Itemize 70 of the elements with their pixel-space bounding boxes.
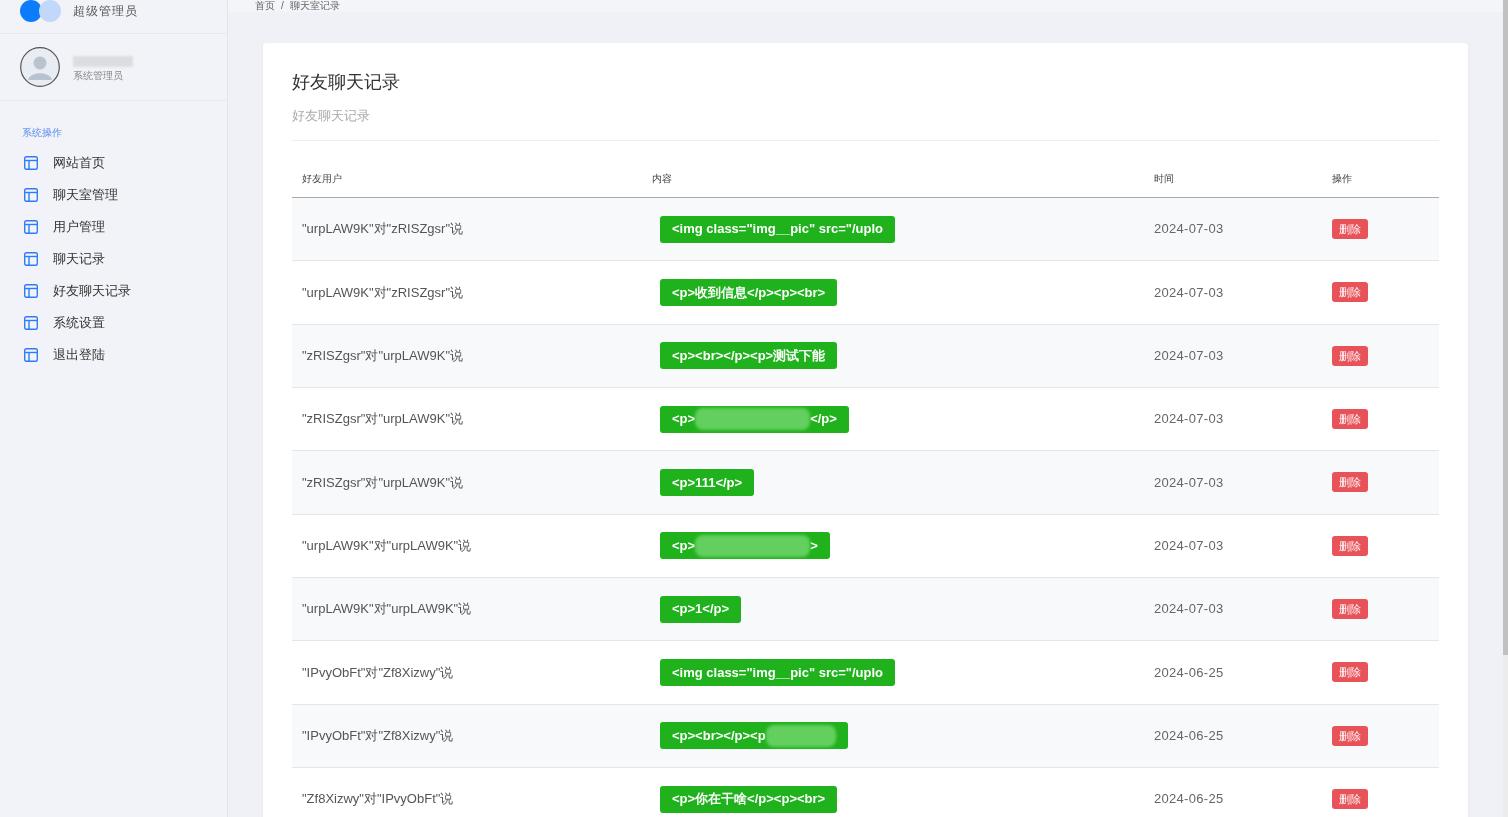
layout-icon [24, 220, 38, 234]
delete-button[interactable]: 删除 [1332, 725, 1368, 746]
user-pair-cell-text: "urpLAW9K"对"urpLAW9K"说 [302, 537, 472, 556]
scrollbar-thumb[interactable] [1503, 0, 1508, 655]
delete-button[interactable]: 删除 [1332, 662, 1368, 683]
section-label: 系统操作 [22, 126, 62, 140]
message-content-tag: <p> > [660, 532, 830, 560]
delete-button[interactable]: 删除 [1332, 282, 1368, 303]
sidebar-item[interactable]: 用户管理 [24, 218, 105, 236]
user-pair-cell-text: "urpLAW9K"对"zRISZgsr"说 [302, 283, 463, 302]
layout-icon [24, 252, 38, 266]
column-header: 时间 [1153, 173, 1174, 185]
message-content-tag: <p>你在干啥</p><p><br> [660, 785, 838, 813]
time-cell-text: 2024-07-03 [1154, 410, 1224, 429]
column-header: 内容 [651, 173, 672, 185]
layout-icon [24, 284, 38, 298]
column-header: 好友用户 [301, 173, 342, 185]
delete-button[interactable]: 删除 [1332, 219, 1368, 240]
page-title: 好友聊天记录 [292, 71, 401, 94]
user-pair-cell-text: "zRISZgsr"对"urpLAW9K"说 [302, 473, 463, 492]
breadcrumb-link[interactable]: 聊天室记录 [289, 0, 340, 12]
sidebar-item[interactable]: 系统设置 [24, 314, 105, 332]
page-subtitle: 好友聊天记录 [292, 107, 371, 125]
sidebar-item[interactable]: 好友聊天记录 [24, 282, 131, 300]
sidebar-item[interactable]: 聊天室管理 [24, 186, 118, 204]
layout-icon [24, 348, 38, 362]
message-content-tag: <p>收到信息</p><p><br> [660, 279, 838, 306]
delete-button[interactable]: 删除 [1332, 472, 1368, 493]
sidebar-item[interactable]: 聊天记录 [24, 250, 105, 268]
time-cell-text: 2024-07-03 [1154, 600, 1224, 619]
breadcrumb-link[interactable]: 首页 [255, 0, 275, 12]
user-pair-cell-text: "urpLAW9K"对"zRISZgsr"说 [302, 220, 463, 239]
time-cell-text: 2024-06-25 [1154, 790, 1224, 809]
time-cell-text: 2024-06-25 [1154, 727, 1224, 746]
logo-icon [20, 0, 62, 22]
avatar-icon [20, 47, 60, 87]
time-cell-text: 2024-07-03 [1154, 283, 1224, 302]
message-content-tag: <p><br></p><p [660, 722, 848, 750]
message-content-tag: <p><br></p><p>测试下能 [660, 342, 838, 370]
sidebar-item[interactable]: 网站首页 [24, 154, 105, 172]
message-content-tag: <img class="img__pic" src="/uplo [660, 658, 896, 686]
layout-icon [24, 188, 38, 202]
time-cell-text: 2024-07-03 [1154, 220, 1224, 239]
time-cell-text: 2024-07-03 [1154, 537, 1224, 556]
user-pair-cell-text: "IPvyObFt"对"Zf8Xizwy"说 [302, 663, 454, 682]
time-cell-text: 2024-06-25 [1154, 663, 1224, 682]
delete-button[interactable]: 删除 [1332, 409, 1368, 430]
user-pair-cell-text: "zRISZgsr"对"urpLAW9K"说 [302, 347, 463, 366]
user-pair-cell-text: "IPvyObFt"对"Zf8Xizwy"说 [302, 727, 454, 746]
user-pair-cell-text: "urpLAW9K"对"urpLAW9K"说 [302, 600, 472, 619]
breadcrumb-separator: / [281, 0, 284, 12]
time-cell-text: 2024-07-03 [1154, 347, 1224, 366]
layout-icon [24, 316, 38, 330]
layout-icon [24, 156, 38, 170]
delete-button[interactable]: 删除 [1332, 535, 1368, 556]
sidebar-item[interactable]: 退出登陆 [24, 346, 105, 364]
message-content-tag: <p>111</p> [660, 468, 755, 496]
blurred-redaction [765, 724, 836, 747]
column-header: 操作 [1331, 173, 1352, 185]
profile-role: 系统管理员 [73, 70, 124, 82]
delete-button[interactable]: 删除 [1332, 789, 1368, 810]
message-content-tag: <p>1</p> [660, 595, 742, 623]
delete-button[interactable]: 删除 [1332, 345, 1368, 366]
message-content-tag: <p> </p> [660, 405, 849, 433]
user-pair-cell-text: "Zf8Xizwy"对"IPvyObFt"说 [302, 790, 454, 809]
delete-button[interactable]: 删除 [1332, 599, 1368, 620]
message-content-tag: <img class="img__pic" src="/uplo [660, 215, 896, 243]
brand-title: 超级管理员 [73, 2, 138, 20]
time-cell-text: 2024-07-03 [1154, 473, 1224, 492]
user-pair-cell-text: "zRISZgsr"对"urpLAW9K"说 [302, 410, 463, 429]
